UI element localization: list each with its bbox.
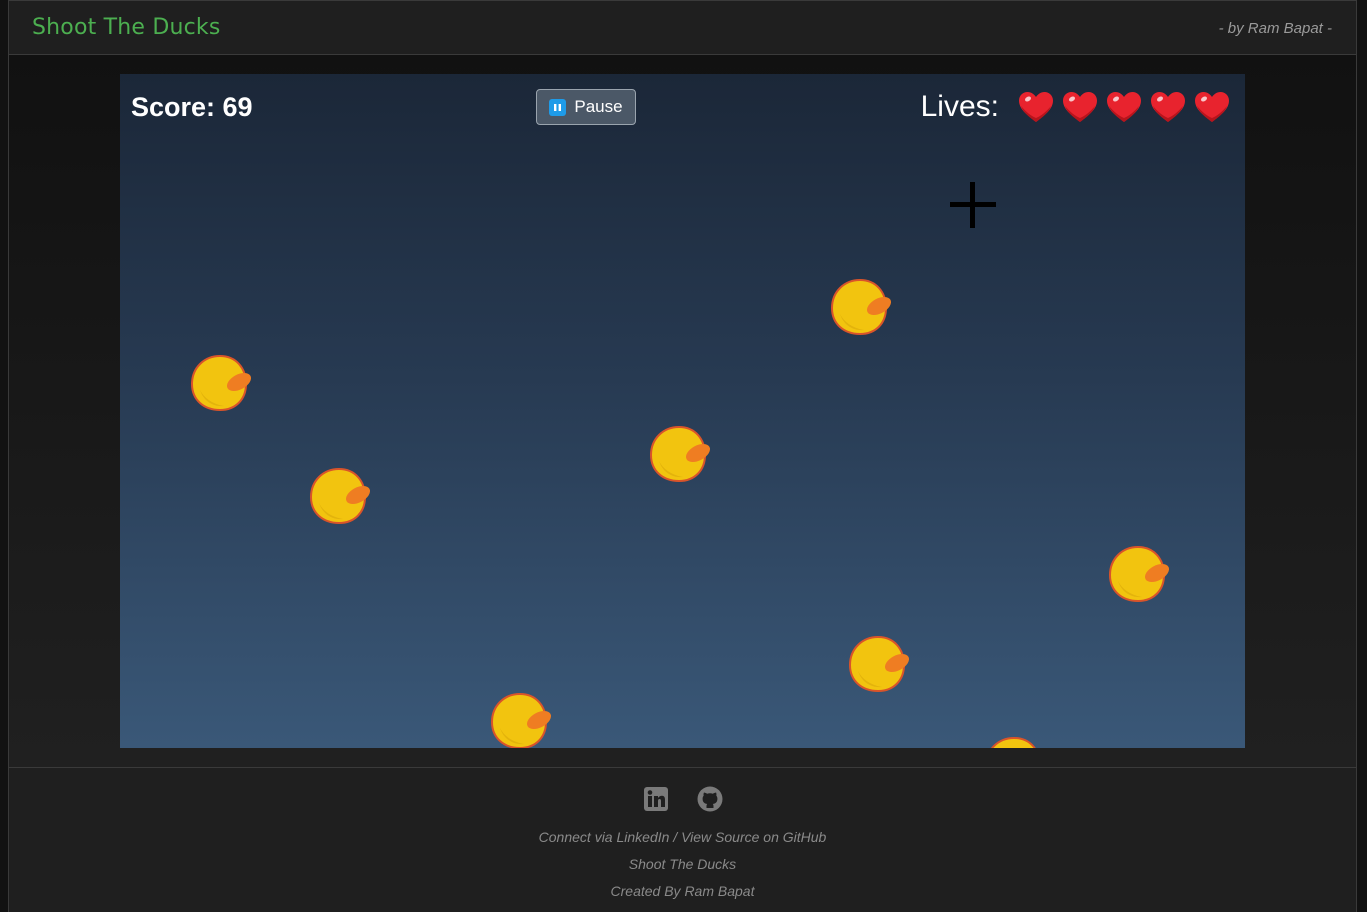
header-bar: Shoot The Ducks - by Ram Bapat - <box>8 0 1357 55</box>
social-links <box>9 786 1356 812</box>
linkedin-icon[interactable] <box>643 786 669 812</box>
footer: Connect via LinkedIn / View Source on Gi… <box>8 767 1357 912</box>
duck[interactable] <box>1108 545 1172 605</box>
heart-icon <box>1019 92 1053 122</box>
duck[interactable] <box>649 425 713 485</box>
footer-app-name: Shoot The Ducks <box>628 856 737 872</box>
author-credit: - by Ram Bapat - <box>1218 20 1332 37</box>
crosshair-icon <box>950 182 996 228</box>
pause-button[interactable]: Pause <box>536 89 636 125</box>
pause-label: Pause <box>574 97 623 116</box>
lives-label: Lives: <box>920 90 999 123</box>
heart-icon <box>1151 92 1185 122</box>
score-display: Score: 69 <box>131 92 253 122</box>
app-title: Shoot The Ducks <box>32 15 221 40</box>
pause-icon <box>549 98 567 116</box>
heart-icon <box>1195 92 1229 122</box>
heart-icon <box>1063 92 1097 122</box>
duck[interactable] <box>830 278 894 338</box>
hearts-container <box>1011 90 1231 124</box>
page: Shoot The Ducks - by Ram Bapat - Score: … <box>0 0 1367 912</box>
game-canvas[interactable]: Score: 69 Pause Lives: <box>120 74 1245 748</box>
duck[interactable] <box>309 467 373 527</box>
created-by-text: Created By Ram Bapat <box>610 883 755 899</box>
duck[interactable] <box>848 635 912 695</box>
github-icon[interactable] <box>697 786 723 812</box>
duck[interactable] <box>490 692 554 748</box>
connect-text: Connect via LinkedIn / View Source on Gi… <box>538 829 827 845</box>
lives-display: Lives: <box>921 90 1231 124</box>
heart-icon <box>1107 92 1141 122</box>
duck[interactable] <box>984 736 1048 748</box>
duck[interactable] <box>190 354 254 414</box>
